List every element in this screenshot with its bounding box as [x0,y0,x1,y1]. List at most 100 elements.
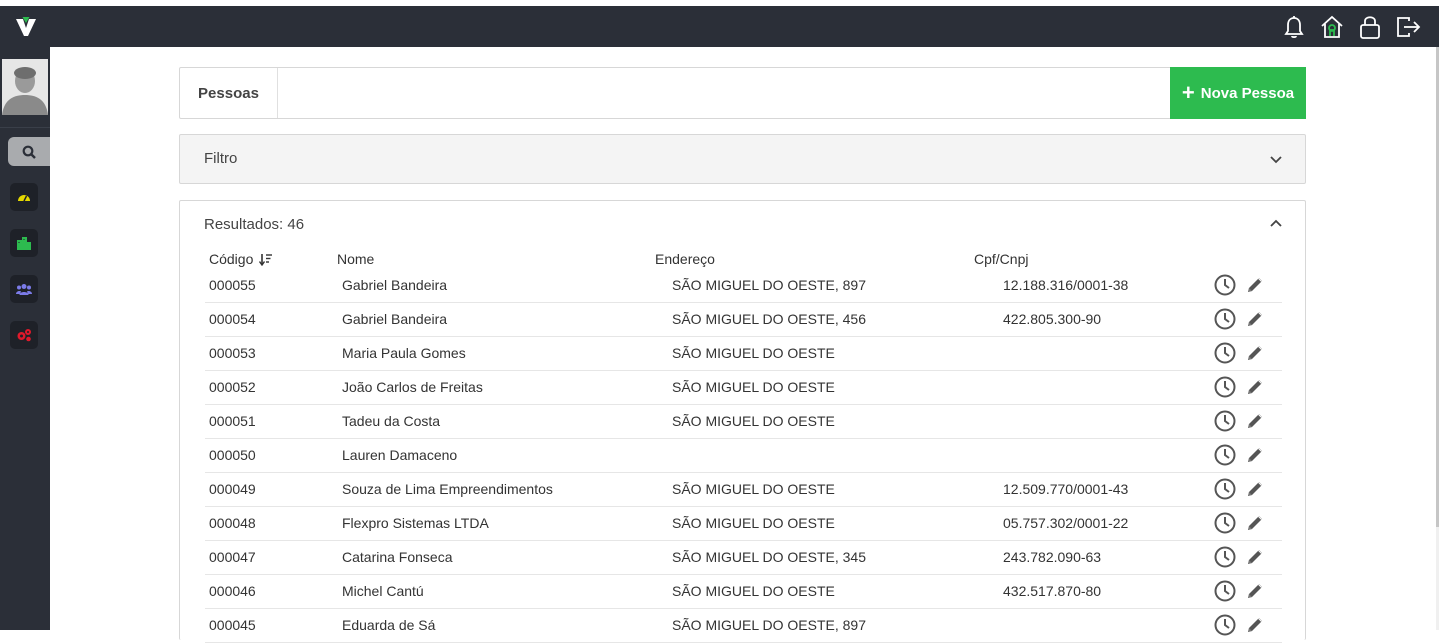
history-clock-icon[interactable] [1213,613,1237,637]
column-header-document[interactable]: Cpf/Cnpj [974,251,1028,267]
history-clock-icon[interactable] [1213,409,1237,433]
row-actions [1213,341,1267,365]
sidebar-search-button[interactable] [8,137,50,166]
buildings-icon [17,237,31,250]
table-row[interactable]: 000054 Gabriel Bandeira SÃO MIGUEL DO OEST… [205,303,1282,337]
cell-code: 000047 [209,549,256,565]
history-clock-icon[interactable] [1213,579,1237,603]
column-header-code-label: Código [209,251,254,267]
edit-pencil-icon[interactable] [1243,477,1267,501]
table-row[interactable]: 000047 Catarina Fonseca SÃO MIGUEL DO OEST… [205,541,1282,575]
cell-code: 000054 [209,311,256,327]
row-actions [1213,273,1267,297]
history-clock-icon[interactable] [1213,341,1237,365]
row-actions [1213,375,1267,399]
edit-pencil-icon[interactable] [1243,375,1267,399]
history-clock-icon[interactable] [1213,273,1237,297]
cell-code: 000055 [209,277,256,293]
cell-name: Lauren Damaceno [342,447,458,463]
filter-panel[interactable]: Filtro [179,134,1306,184]
sidebar [0,47,50,630]
cell-name: Catarina Fonseca [342,549,453,565]
cell-document: 12.509.770/0001-43 [1003,481,1129,497]
cell-address: SÃO MIGUEL DO OESTE, 345 [672,549,866,565]
cell-name: Michel Cantú [342,583,424,599]
page-title: Pessoas [180,68,278,118]
cell-address: SÃO MIGUEL DO OESTE, 897 [672,617,866,633]
cell-code: 000045 [209,617,256,633]
cell-document: 422.805.300-90 [1003,311,1102,327]
cell-address: SÃO MIGUEL DO OESTE [672,481,835,497]
sidebar-divider [0,127,50,128]
cell-name: Flexpro Sistemas LTDA [342,515,489,531]
row-actions [1213,443,1267,467]
edit-pencil-icon[interactable] [1243,409,1267,433]
cell-address: SÃO MIGUEL DO OESTE, 456 [672,311,866,327]
table-row[interactable]: 000053 Maria Paula Gomes SÃO MIGUEL DO OES… [205,337,1282,371]
history-clock-icon[interactable] [1213,375,1237,399]
history-clock-icon[interactable] [1213,307,1237,331]
cell-address: SÃO MIGUEL DO OESTE [672,345,835,361]
cell-code: 000049 [209,481,256,497]
home-icon[interactable] [1319,14,1345,40]
sidebar-item-companies[interactable] [10,229,38,257]
edit-pencil-icon[interactable] [1243,545,1267,569]
edit-pencil-icon[interactable] [1243,443,1267,467]
cell-name: Gabriel Bandeira [342,311,448,327]
cell-name: Gabriel Bandeira [342,277,448,293]
v-logo-icon[interactable] [14,15,38,39]
filter-title: Filtro [204,150,238,167]
logout-icon[interactable] [1395,14,1421,40]
sidebar-item-people[interactable] [10,275,38,303]
search-icon [22,145,36,159]
row-actions [1213,409,1267,433]
table-row[interactable]: 000055 Gabriel Bandeira SÃO MIGUEL DO OEST… [205,269,1282,303]
row-actions [1213,579,1267,603]
table-row[interactable]: 000052 João Carlos de Freitas SÃO MIGUEL D… [205,371,1282,405]
history-clock-icon[interactable] [1213,511,1237,535]
cell-address: SÃO MIGUEL DO OESTE [672,379,835,395]
row-actions [1213,307,1267,331]
lock-icon[interactable] [1357,14,1383,40]
sidebar-item-settings[interactable] [10,321,38,349]
table-row[interactable]: 000045 Eduarda de Sá SÃO MIGUEL DO OESTE, … [205,609,1282,643]
cell-address: SÃO MIGUEL DO OESTE [672,583,835,599]
table-row[interactable]: 000051 Tadeu da Costa SÃO MIGUEL DO OESTE [205,405,1282,439]
chevron-down-icon[interactable] [1269,152,1283,166]
edit-pencil-icon[interactable] [1243,341,1267,365]
edit-pencil-icon[interactable] [1243,579,1267,603]
new-person-button[interactable]: + Nova Pessoa [1170,67,1306,119]
plus-icon: + [1181,80,1195,105]
sort-desc-icon [259,253,273,266]
cell-code: 000051 [209,413,256,429]
row-actions [1213,545,1267,569]
table-row[interactable]: 000048 Flexpro Sistemas LTDA SÃO MIGUEL DO… [205,507,1282,541]
edit-pencil-icon[interactable] [1243,511,1267,535]
column-header-name[interactable]: Nome [337,251,374,267]
history-clock-icon[interactable] [1213,477,1237,501]
cell-document: 05.757.302/0001-22 [1003,515,1129,531]
history-clock-icon[interactable] [1213,443,1237,467]
column-header-code[interactable]: Código [209,251,273,267]
cell-name: Tadeu da Costa [342,413,441,429]
bell-icon[interactable] [1281,14,1307,40]
column-header-address[interactable]: Endereço [655,251,715,267]
table-row[interactable]: 000050 Lauren Damaceno [205,439,1282,473]
row-actions [1213,613,1267,637]
sidebar-item-dashboard[interactable] [10,183,38,211]
history-clock-icon[interactable] [1213,545,1237,569]
cell-document: 243.782.090-63 [1003,549,1102,565]
cell-code: 000052 [209,379,256,395]
cell-code: 000050 [209,447,256,463]
table-row[interactable]: 000049 Souza de Lima Empreendimentos SÃO M… [205,473,1282,507]
edit-pencil-icon[interactable] [1243,307,1267,331]
edit-pencil-icon[interactable] [1243,613,1267,637]
results-panel: Resultados: 46 Código Nome Endereço Cpf/… [179,200,1306,643]
page-header-card: Pessoas + Nova Pessoa [179,67,1306,119]
table-row[interactable]: 000046 Michel Cantú SÃO MIGUEL DO OESTE 432… [205,575,1282,609]
edit-pencil-icon[interactable] [1243,273,1267,297]
gears-icon [17,329,31,342]
user-avatar[interactable] [2,59,48,115]
cell-address: SÃO MIGUEL DO OESTE [672,413,835,429]
chevron-up-icon[interactable] [1269,217,1283,231]
